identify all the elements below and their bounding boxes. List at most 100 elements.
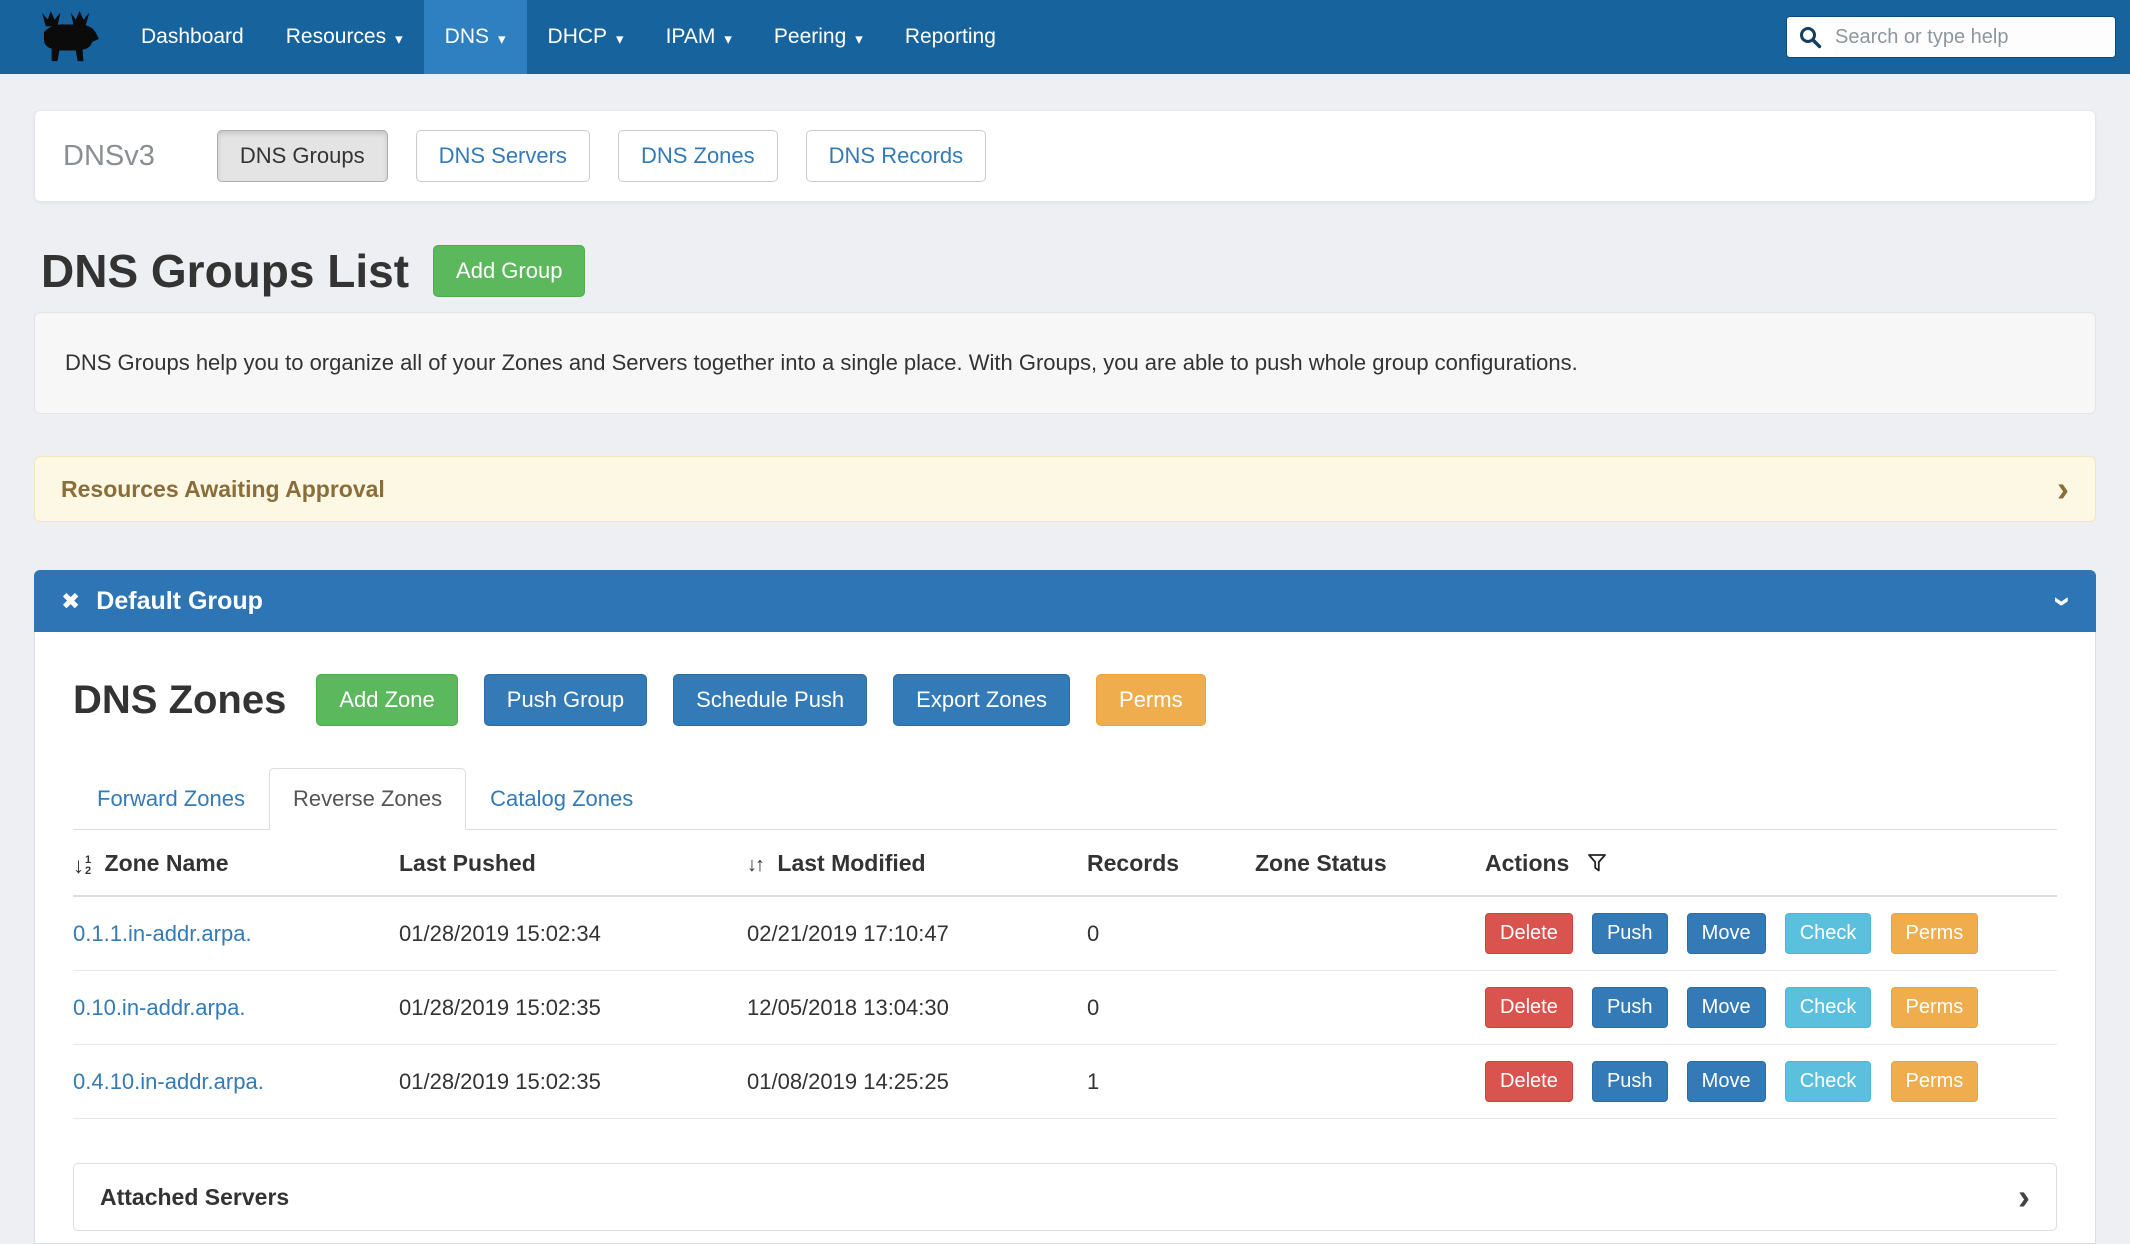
actions-cell: Delete Push Move Check Perms [1485,896,2057,971]
chevron-right-icon: › [2018,1179,2030,1215]
filter-icon[interactable] [1586,852,1608,874]
chevron-right-icon: › [2057,471,2069,507]
main-nav: Dashboard Resources ▾ DNS ▾ DHCP ▾ IPAM … [120,0,1017,74]
export-zones-button[interactable]: Export Zones [893,674,1070,726]
perms-group-button[interactable]: Perms [1096,674,1206,726]
table-header-row: ↓ 1 2 Zone Name Last Pushed ↓↑ La [73,830,2057,896]
subnav-dns-zones-button[interactable]: DNS Zones [618,130,778,182]
dns-zones-toolbar: DNS Zones Add Zone Push Group Schedule P… [73,632,2057,726]
perms-button[interactable]: Perms [1891,913,1979,954]
move-button[interactable]: Move [1687,913,1766,954]
records-cell: 0 [1087,896,1255,971]
col-label: Zone Status [1255,850,1387,876]
global-search [1786,16,2116,58]
push-button[interactable]: Push [1592,987,1668,1028]
perms-button[interactable]: Perms [1891,987,1979,1028]
check-button[interactable]: Check [1785,1061,1872,1102]
last-pushed-cell: 01/28/2019 15:02:34 [399,896,747,971]
nav-label: IPAM [666,25,716,49]
col-zone-name[interactable]: ↓ 1 2 Zone Name [73,830,399,896]
caret-down-icon: ▾ [498,30,506,48]
col-actions: Actions [1485,830,2057,896]
check-button[interactable]: Check [1785,913,1872,954]
sort-numeric-icon: ↓ 1 2 [73,855,91,877]
zone-status-cell [1255,971,1485,1045]
col-label: Actions [1485,850,1569,876]
nav-dashboard[interactable]: Dashboard [120,0,265,74]
caret-down-icon: ▾ [395,30,403,48]
search-input[interactable] [1833,17,2115,57]
chevron-down-icon[interactable]: › [2045,596,2082,607]
attached-servers-title: Attached Servers [100,1184,289,1211]
table-row: 0.1.1.in-addr.arpa. 01/28/2019 15:02:34 … [73,896,2057,971]
last-pushed-cell: 01/28/2019 15:02:35 [399,971,747,1045]
delete-button[interactable]: Delete [1485,913,1573,954]
close-icon[interactable]: ✖ [61,588,80,615]
default-group-panel: ✖ Default Group › DNS Zones Add Zone Pus… [34,570,2096,1244]
zone-link[interactable]: 0.4.10.in-addr.arpa. [73,1069,264,1094]
caret-down-icon: ▾ [616,30,624,48]
nav-label: Peering [774,25,846,49]
col-last-pushed: Last Pushed [399,830,747,896]
default-group-header[interactable]: ✖ Default Group › [34,570,2096,632]
table-row: 0.4.10.in-addr.arpa. 01/28/2019 15:02:35… [73,1045,2057,1119]
tab-catalog-zones[interactable]: Catalog Zones [466,768,657,830]
nav-dns[interactable]: DNS ▾ [424,0,527,74]
nav-ipam[interactable]: IPAM ▾ [645,0,753,74]
zone-status-cell [1255,896,1485,971]
nav-label: DHCP [548,25,608,49]
default-group-body: DNS Zones Add Zone Push Group Schedule P… [34,632,2096,1244]
nav-label: Reporting [905,25,996,49]
push-group-button[interactable]: Push Group [484,674,647,726]
records-cell: 0 [1087,971,1255,1045]
col-label: Zone Name [105,850,229,876]
resources-awaiting-approval-accordion[interactable]: Resources Awaiting Approval › [34,456,2096,522]
attached-servers-accordion[interactable]: Attached Servers › [73,1163,2057,1231]
subnav-dns-groups-button[interactable]: DNS Groups [217,130,388,182]
actions-cell: Delete Push Move Check Perms [1485,971,2057,1045]
move-button[interactable]: Move [1687,987,1766,1028]
dns-zones-heading: DNS Zones [73,678,286,723]
zones-tabs: Forward Zones Reverse Zones Catalog Zone… [73,768,2057,830]
groups-description: DNS Groups help you to organize all of y… [34,312,2096,414]
add-group-button[interactable]: Add Group [433,245,585,297]
groups-description-text: DNS Groups help you to organize all of y… [65,350,1578,375]
caret-down-icon: ▾ [855,30,863,48]
push-button[interactable]: Push [1592,1061,1668,1102]
zone-link[interactable]: 0.10.in-addr.arpa. [73,995,245,1020]
zone-link[interactable]: 0.1.1.in-addr.arpa. [73,921,252,946]
delete-button[interactable]: Delete [1485,987,1573,1028]
records-cell: 1 [1087,1045,1255,1119]
last-modified-cell: 12/05/2018 13:04:30 [747,971,1087,1045]
col-label: Records [1087,850,1179,876]
nav-reporting[interactable]: Reporting [884,0,1017,74]
subnav-dns-records-button[interactable]: DNS Records [806,130,986,182]
nav-label: DNS [445,25,489,49]
nav-label: Dashboard [141,25,244,49]
schedule-push-button[interactable]: Schedule Push [673,674,867,726]
nav-resources[interactable]: Resources ▾ [265,0,424,74]
zone-status-cell [1255,1045,1485,1119]
table-row: 0.10.in-addr.arpa. 01/28/2019 15:02:35 1… [73,971,2057,1045]
approval-title: Resources Awaiting Approval [61,476,385,503]
tab-reverse-zones[interactable]: Reverse Zones [269,768,466,830]
check-button[interactable]: Check [1785,987,1872,1028]
sort-icon: ↓↑ [747,854,763,876]
last-modified-cell: 01/08/2019 14:25:25 [747,1045,1087,1119]
tab-forward-zones[interactable]: Forward Zones [73,768,269,830]
col-last-modified[interactable]: ↓↑ Last Modified [747,830,1087,896]
top-navbar: Dashboard Resources ▾ DNS ▾ DHCP ▾ IPAM … [0,0,2130,74]
move-button[interactable]: Move [1687,1061,1766,1102]
add-zone-button[interactable]: Add Zone [316,674,457,726]
nav-dhcp[interactable]: DHCP ▾ [527,0,645,74]
moose-logo-icon[interactable] [38,0,104,74]
delete-button[interactable]: Delete [1485,1061,1573,1102]
zones-table: ↓ 1 2 Zone Name Last Pushed ↓↑ La [73,830,2057,1119]
subnav-dns-servers-button[interactable]: DNS Servers [416,130,590,182]
caret-down-icon: ▾ [724,30,732,48]
actions-cell: Delete Push Move Check Perms [1485,1045,2057,1119]
perms-button[interactable]: Perms [1891,1061,1979,1102]
nav-peering[interactable]: Peering ▾ [753,0,884,74]
page-header: DNS Groups List Add Group [41,244,2096,298]
push-button[interactable]: Push [1592,913,1668,954]
